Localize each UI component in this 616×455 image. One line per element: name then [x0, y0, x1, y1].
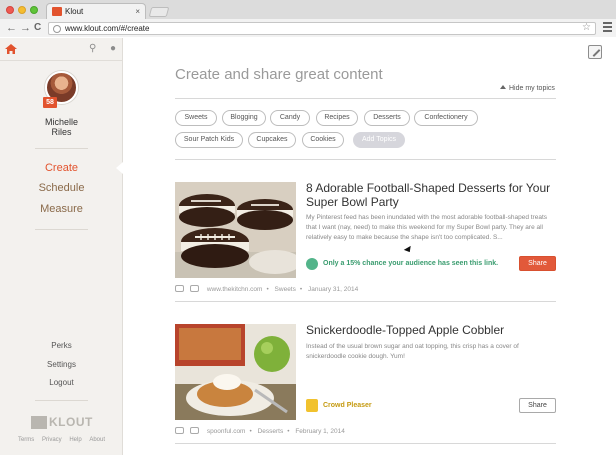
- page-info-icon: [53, 25, 61, 33]
- bookmark-star-icon[interactable]: ☆: [582, 22, 591, 33]
- diamond-icon: [306, 258, 318, 270]
- home-icon[interactable]: [5, 44, 17, 54]
- browser-toolbar: ← → C www.klout.com/#/create ☆: [0, 19, 616, 37]
- klout-logo: KLOUT: [31, 416, 93, 430]
- sidebar-divider: [35, 229, 88, 230]
- article-topic[interactable]: Desserts: [258, 428, 284, 435]
- close-window-button[interactable]: [6, 6, 14, 14]
- user-first-name[interactable]: Michelle: [0, 117, 123, 127]
- divider: [175, 443, 556, 444]
- browser-menu-icon[interactable]: [603, 22, 612, 34]
- add-topics-button[interactable]: Add Topics: [353, 132, 405, 148]
- divider: [175, 159, 556, 160]
- like-icon[interactable]: [190, 285, 199, 292]
- article-title[interactable]: 8 Adorable Football-Shaped Desserts for …: [306, 181, 561, 209]
- topic-pill-sweets[interactable]: Sweets: [175, 110, 217, 126]
- topic-pill-desserts[interactable]: Desserts: [364, 110, 410, 126]
- tab-title: Klout: [65, 7, 84, 16]
- article-description: Instead of the usual brown sugar and oat…: [306, 343, 519, 360]
- hide-topics-link[interactable]: Hide my topics: [500, 85, 555, 92]
- klout-mark-icon: [31, 416, 47, 429]
- compose-icon[interactable]: [588, 45, 602, 59]
- sidebar-item-create[interactable]: Create: [0, 162, 123, 174]
- apple-cobbler-image: [175, 324, 296, 420]
- audience-reach-badge: Only a 15% chance your audience has seen…: [306, 257, 498, 271]
- browser-chrome: Klout × ← → C www.klout.com/#/create ☆: [0, 0, 616, 37]
- tab-bar: Klout ×: [0, 0, 616, 19]
- sidebar-item-perks[interactable]: Perks: [0, 341, 123, 350]
- trophy-icon: [306, 399, 318, 412]
- divider: [175, 301, 556, 302]
- address-bar[interactable]: www.klout.com/#/create ☆: [48, 22, 596, 35]
- article-thumbnail[interactable]: [175, 324, 296, 420]
- crowd-pleaser-badge: Crowd Pleaser: [306, 399, 466, 413]
- whoopie-pie-image: [175, 182, 296, 278]
- topic-pill-recipes[interactable]: Recipes: [316, 110, 358, 126]
- footer-link-about[interactable]: About: [89, 437, 105, 443]
- minimize-window-button[interactable]: [18, 6, 26, 14]
- comment-icon[interactable]: [175, 285, 184, 292]
- reload-button[interactable]: C: [34, 21, 41, 35]
- article-meta: www.thekitchn.com • Sweets • January 31, 2…: [175, 285, 358, 293]
- back-button[interactable]: ←: [6, 21, 17, 35]
- search-icon[interactable]: ⚲: [89, 43, 96, 54]
- sidebar-item-measure[interactable]: Measure: [0, 203, 123, 215]
- topic-pill-sour-patch-kids[interactable]: Sour Patch Kids: [175, 132, 243, 148]
- zoom-window-button[interactable]: [30, 6, 38, 14]
- topic-pill-blogging[interactable]: Blogging: [222, 110, 266, 126]
- klout-score-badge: 58: [43, 97, 57, 108]
- sidebar-divider: [35, 148, 88, 149]
- sidebar-item-settings[interactable]: Settings: [0, 360, 123, 369]
- article-meta: spoonful.com • Desserts • February 1, 2014: [175, 427, 345, 435]
- topic-pill-confectionery[interactable]: Confectionery: [414, 110, 478, 126]
- user-last-name[interactable]: Riles: [0, 127, 123, 137]
- article-date: February 1, 2014: [295, 428, 345, 435]
- klout-favicon-icon: [52, 7, 62, 16]
- share-button[interactable]: Share: [519, 256, 556, 271]
- footer-link-privacy[interactable]: Privacy: [42, 437, 62, 443]
- article-topic[interactable]: Sweets: [275, 286, 296, 293]
- sidebar-divider: [35, 400, 88, 401]
- url-text: www.klout.com/#/create: [65, 24, 150, 33]
- browser-tab[interactable]: Klout ×: [46, 3, 146, 19]
- article-date: January 31, 2014: [307, 286, 359, 293]
- topic-pill-candy[interactable]: Candy: [270, 110, 310, 126]
- article-thumbnail[interactable]: [175, 182, 296, 278]
- share-button[interactable]: Share: [519, 398, 556, 413]
- forward-button[interactable]: →: [20, 21, 31, 35]
- article-description: My Pinterest feed has been inundated wit…: [306, 214, 548, 241]
- divider: [175, 98, 556, 99]
- topic-pill-cookies[interactable]: Cookies: [302, 132, 344, 148]
- tab-close-icon[interactable]: ×: [135, 4, 140, 19]
- notifications-bell-icon[interactable]: ●: [110, 43, 116, 54]
- topic-pill-cupcakes[interactable]: Cupcakes: [248, 132, 296, 148]
- article-source[interactable]: spoonful.com: [207, 428, 246, 435]
- crowd-pleaser-text: Crowd Pleaser: [323, 402, 372, 409]
- article-title[interactable]: Snickerdoodle-Topped Apple Cobbler: [306, 323, 561, 337]
- sidebar: ⚲ ● 58 Michelle Riles Create Schedule Me…: [0, 38, 123, 455]
- klout-logo-text: KLOUT: [49, 415, 93, 429]
- reach-text: Only a 15% chance your audience has seen…: [323, 260, 499, 267]
- active-nav-indicator: [116, 162, 123, 174]
- main-content: Create and share great content Hide my t…: [124, 38, 616, 455]
- page-title: Create and share great content: [175, 66, 383, 83]
- sidebar-item-schedule[interactable]: Schedule: [0, 182, 123, 194]
- footer-link-terms[interactable]: Terms: [18, 437, 34, 443]
- footer-link-help[interactable]: Help: [69, 437, 81, 443]
- sidebar-divider: [0, 60, 123, 61]
- like-icon[interactable]: [190, 427, 199, 434]
- article-source[interactable]: www.thekitchn.com: [207, 286, 263, 293]
- sidebar-item-logout[interactable]: Logout: [0, 378, 123, 387]
- new-tab-button[interactable]: [148, 7, 170, 17]
- comment-icon[interactable]: [175, 427, 184, 434]
- footer-links: Terms Privacy Help About: [0, 437, 123, 443]
